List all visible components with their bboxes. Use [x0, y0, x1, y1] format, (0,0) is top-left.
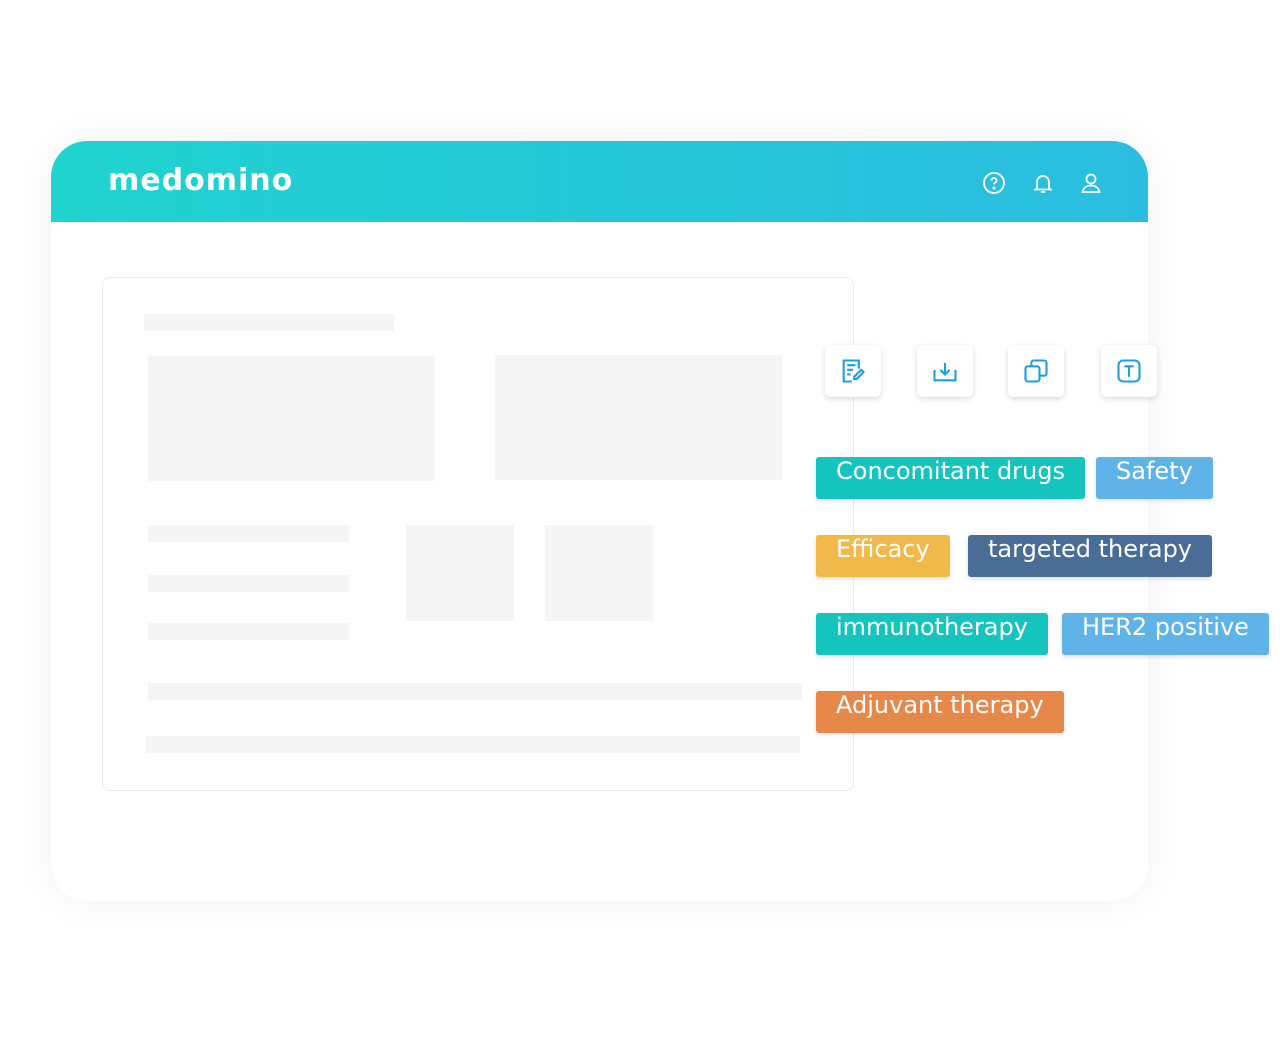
tag-her2-positive[interactable]: HER2 positive — [1062, 613, 1269, 655]
help-icon[interactable] — [982, 171, 1006, 195]
tag-adjuvant-therapy[interactable]: Adjuvant therapy — [816, 691, 1064, 733]
download-icon — [933, 362, 957, 382]
tag-immunotherapy[interactable]: immunotherapy — [816, 613, 1048, 655]
bell-icon[interactable] — [1031, 171, 1055, 195]
logo: medomino — [108, 163, 294, 198]
app-window: medomino — [51, 141, 1148, 901]
header: medomino — [51, 141, 1148, 222]
download-button[interactable] — [917, 345, 973, 397]
tag-targeted-therapy[interactable]: targeted therapy — [968, 535, 1212, 577]
text-icon — [1117, 359, 1141, 383]
user-icon[interactable] — [1079, 171, 1103, 195]
copy-button[interactable] — [1008, 345, 1064, 397]
edit-note-button[interactable] — [825, 345, 881, 397]
edit-note-icon — [842, 359, 865, 383]
document-preview-skeleton — [102, 277, 854, 791]
tag-efficacy[interactable]: Efficacy — [816, 535, 950, 577]
text-button[interactable] — [1101, 345, 1157, 397]
tag-safety[interactable]: Safety — [1096, 457, 1213, 499]
copy-icon — [1024, 359, 1048, 383]
tag-concomitant-drugs[interactable]: Concomitant drugs — [816, 457, 1085, 499]
